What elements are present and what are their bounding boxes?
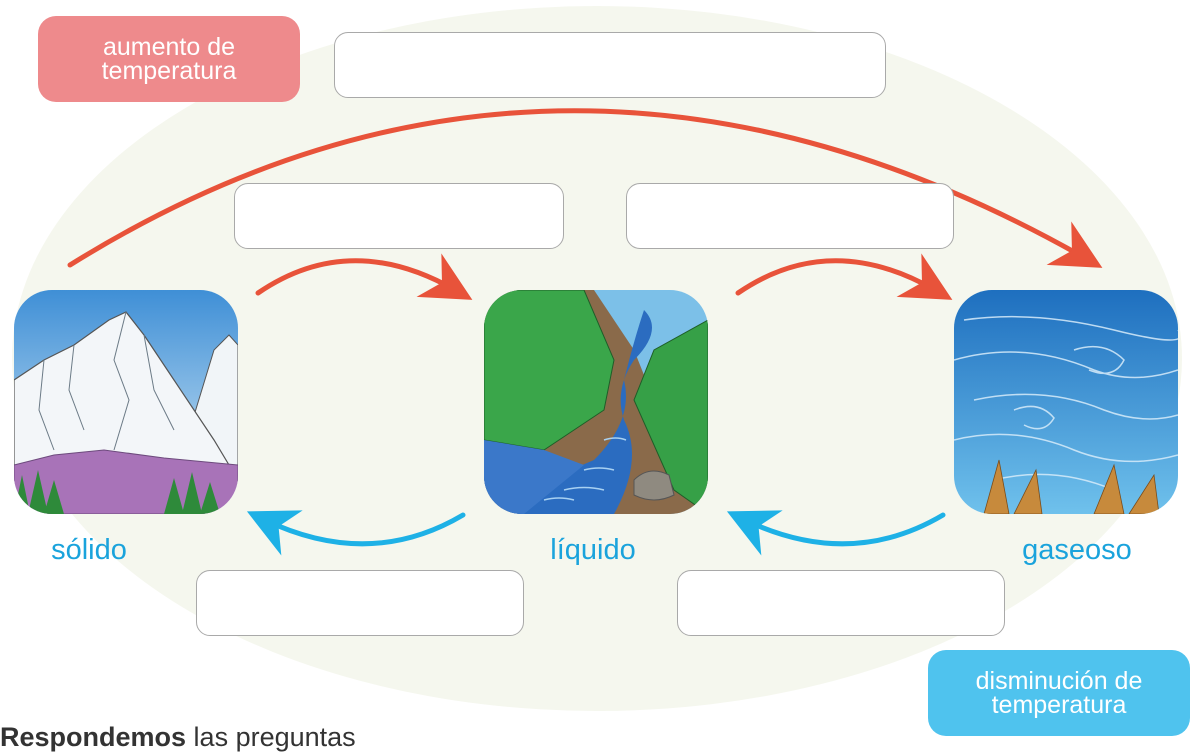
answer-box-sublimation[interactable] xyxy=(334,32,886,98)
increase-tag-line2: temperatura xyxy=(101,57,237,85)
liquid-river-image xyxy=(484,290,708,514)
temperature-decrease-tag: disminución de temperatura xyxy=(928,650,1190,736)
state-label-solid: sólido xyxy=(51,534,127,566)
state-label-liquid: líquido xyxy=(550,534,636,566)
solid-mountain-image xyxy=(14,290,238,514)
answer-box-condensation[interactable] xyxy=(677,570,1005,636)
answer-box-melting[interactable] xyxy=(234,183,564,249)
decrease-tag-line2: temperatura xyxy=(991,691,1127,719)
answer-box-evaporation[interactable] xyxy=(626,183,954,249)
answer-box-solidification[interactable] xyxy=(196,570,524,636)
footer-rest-text: las preguntas xyxy=(186,722,356,752)
solidification-arrow xyxy=(246,510,466,556)
temperature-increase-tag: aumento de temperatura xyxy=(38,16,300,102)
evaporation-arrow xyxy=(735,253,953,300)
decrease-tag-line1: disminución de xyxy=(975,667,1143,695)
melting-arrow xyxy=(255,253,473,300)
gas-sky-image xyxy=(954,290,1178,514)
footer-bold-text: Respondemos xyxy=(0,722,187,752)
footer-instruction: Respondemos las preguntas xyxy=(0,722,356,753)
state-label-gas: gaseoso xyxy=(1022,534,1132,566)
increase-tag-line1: aumento de xyxy=(102,33,236,61)
condensation-arrow xyxy=(726,510,946,556)
